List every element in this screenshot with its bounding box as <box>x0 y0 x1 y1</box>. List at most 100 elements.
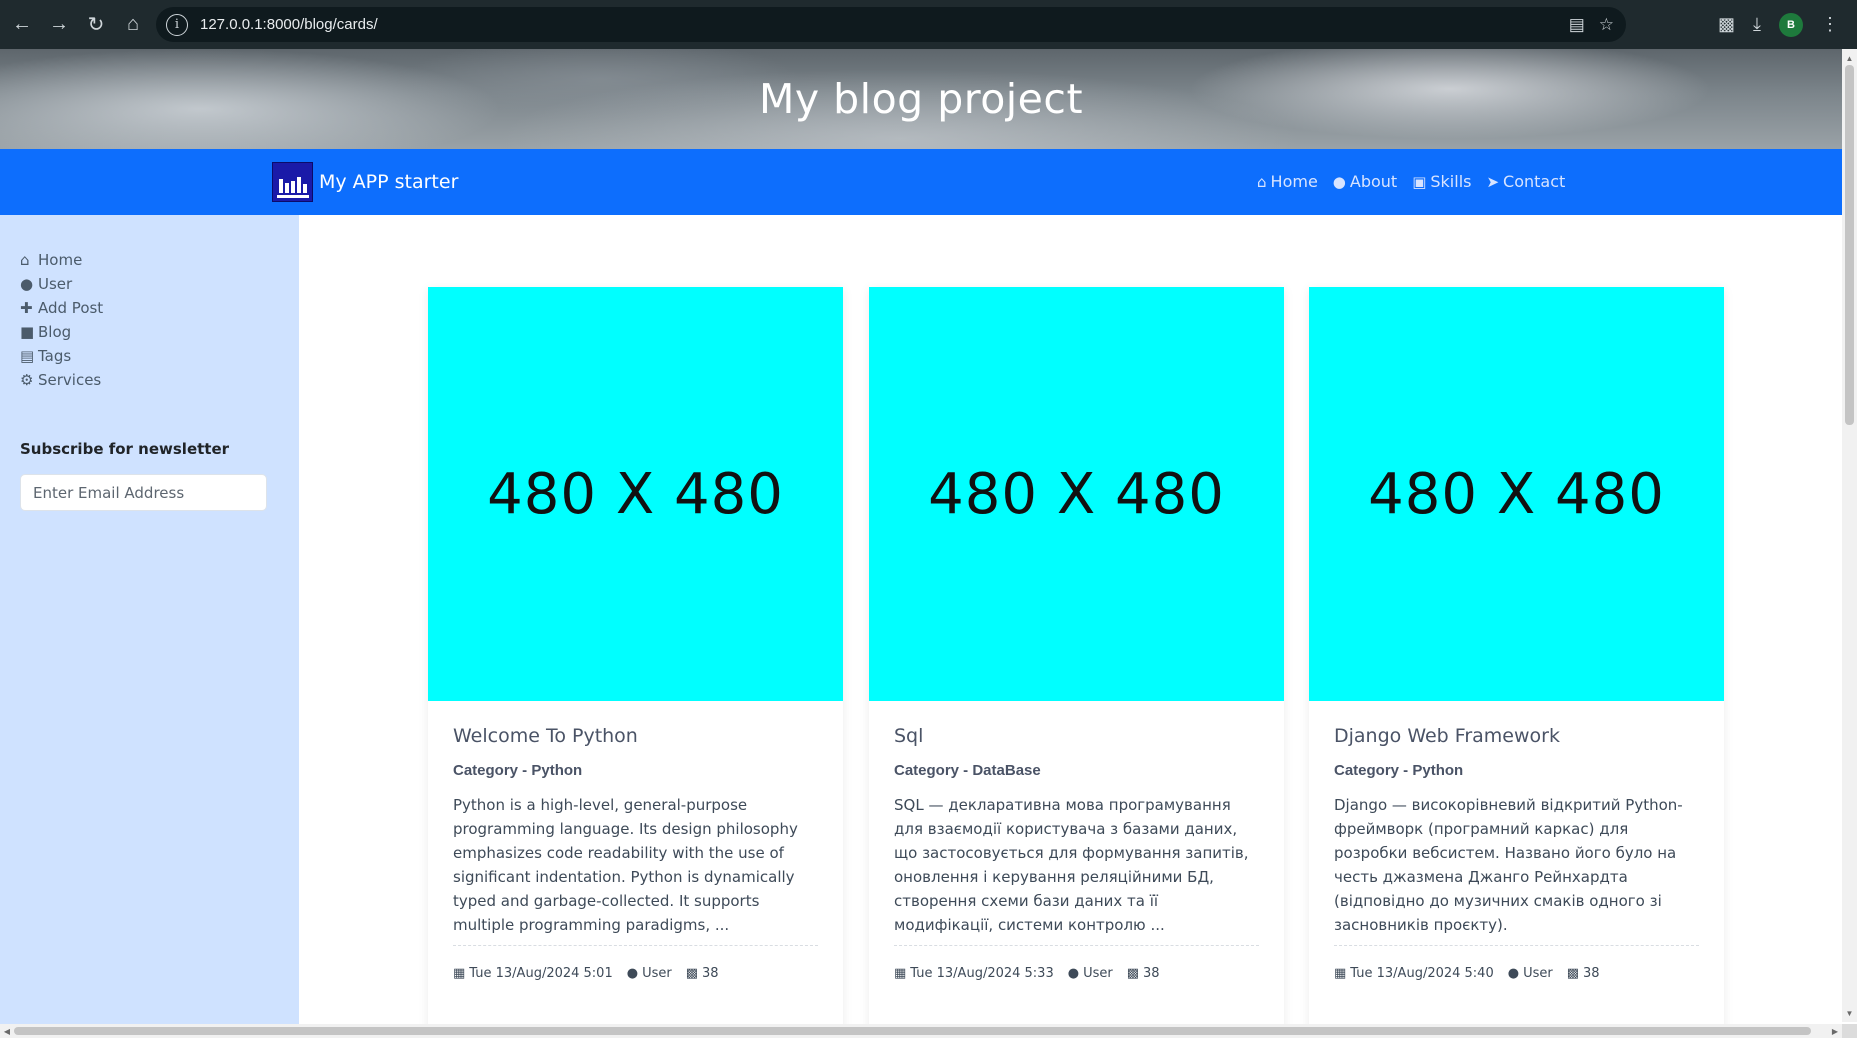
sidebar-item-services[interactable]: ⚙ Services <box>20 368 103 392</box>
card-comment-count: 38 <box>1143 966 1160 981</box>
user-icon: ● <box>1067 966 1080 981</box>
menu-kebab-icon[interactable]: ⋮ <box>1821 14 1839 35</box>
calendar-icon: ▦ <box>894 966 907 981</box>
nav-link-contact[interactable]: ➤ Contact <box>1486 172 1565 191</box>
sidebar-item-home[interactable]: ⌂ Home <box>20 248 103 272</box>
sidebar-item-label: Services <box>38 371 102 389</box>
hero-banner: My blog project <box>0 49 1842 149</box>
nav-link-label: Contact <box>1503 172 1566 191</box>
plus-icon: ✚ <box>20 299 33 317</box>
user-icon: ● <box>1507 966 1520 981</box>
site-info-icon[interactable]: i <box>166 13 188 36</box>
vertical-scroll-thumb[interactable] <box>1845 65 1854 425</box>
horizontal-scrollbar[interactable]: ◀ ▶ <box>0 1024 1842 1038</box>
hero-title: My blog project <box>758 75 1084 123</box>
card-image-placeholder[interactable]: 480 X 480 <box>869 287 1284 701</box>
translate-icon[interactable]: ▤ <box>1569 15 1585 35</box>
sidebar-item-label: Home <box>38 251 83 269</box>
home-icon: ⌂ <box>20 251 30 269</box>
card-category[interactable]: Category - DataBase <box>894 762 1259 779</box>
back-icon[interactable]: ← <box>4 7 40 43</box>
scroll-right-icon[interactable]: ▶ <box>1828 1024 1842 1038</box>
paper-plane-icon: ➤ <box>1486 172 1500 191</box>
card-image-placeholder[interactable]: 480 X 480 <box>428 287 843 701</box>
card-title[interactable]: Sql <box>894 725 1259 747</box>
brand-name: My APP starter <box>319 171 459 193</box>
newsletter-title: Subscribe for newsletter <box>20 440 230 458</box>
address-url[interactable]: 127.0.0.1:8000/blog/cards/ <box>200 16 378 33</box>
horizontal-scroll-thumb[interactable] <box>14 1027 1811 1035</box>
user-icon: ● <box>1332 172 1346 191</box>
download-icon[interactable]: ⤓ <box>1753 14 1761 35</box>
sidebar-item-label: User <box>38 275 73 293</box>
sidebar-item-blog[interactable]: ■ Blog <box>20 320 103 344</box>
sidebar-item-user[interactable]: ● User <box>20 272 103 296</box>
browser-toolbar: ← → ↻ ⌂ i 127.0.0.1:8000/blog/cards/ ▤ ☆… <box>0 0 1857 49</box>
card-excerpt: SQL — декларативна мова програмування дл… <box>894 796 1249 934</box>
sidebar: ⌂ Home ● User ✚ Add Post ■ Blog ▤ Tags ⚙… <box>0 215 299 1038</box>
sidebar-item-label: Add Post <box>38 299 104 317</box>
scroll-down-icon[interactable]: ▼ <box>1842 1006 1857 1020</box>
card-date: Tue 13/Aug/2024 5:01 <box>469 966 613 981</box>
navbar: My APP starter ⌂ Home ● About ▣ Skills ➤… <box>0 149 1842 215</box>
note-icon: ■ <box>20 323 35 341</box>
vertical-scrollbar[interactable]: ▲ ▼ <box>1842 49 1857 1022</box>
user-icon: ● <box>20 275 34 293</box>
card-category[interactable]: Category - Python <box>453 762 818 779</box>
card-date: Tue 13/Aug/2024 5:40 <box>1350 966 1494 981</box>
sidebar-item-label: Blog <box>38 323 72 341</box>
card-author[interactable]: User <box>1083 966 1113 981</box>
card-date: Tue 13/Aug/2024 5:33 <box>910 966 1054 981</box>
card-comment-count: 38 <box>702 966 719 981</box>
newsletter-email-input[interactable] <box>20 474 267 511</box>
comments-icon: ▩ <box>1126 966 1140 981</box>
scroll-left-icon[interactable]: ◀ <box>0 1024 14 1038</box>
post-card[interactable]: 480 X 480 Django Web Framework Category … <box>1309 287 1724 1038</box>
book-icon: ▣ <box>1412 172 1427 191</box>
sidebar-item-add-post[interactable]: ✚ Add Post <box>20 296 103 320</box>
card-comment-count: 38 <box>1583 966 1600 981</box>
scroll-up-icon[interactable]: ▲ <box>1842 51 1857 65</box>
tags-icon: ▤ <box>20 347 35 365</box>
card-author[interactable]: User <box>1523 966 1553 981</box>
post-card[interactable]: 480 X 480 Welcome To Python Category - P… <box>428 287 843 1038</box>
address-bar[interactable]: i 127.0.0.1:8000/blog/cards/ ▤ ☆ <box>156 7 1626 42</box>
card-category[interactable]: Category - Python <box>1334 762 1699 779</box>
nav-link-label: Home <box>1270 172 1318 191</box>
sidebar-item-label: Tags <box>38 347 72 365</box>
user-icon: ● <box>626 966 639 981</box>
card-divider <box>453 945 818 946</box>
gears-icon: ⚙ <box>20 371 34 389</box>
comments-icon: ▩ <box>1566 966 1580 981</box>
scrollbar-corner <box>1842 1024 1857 1038</box>
card-excerpt: Django — високорівневий відкритий Python… <box>1334 796 1683 934</box>
extensions-icon[interactable]: ▩ <box>1718 14 1735 35</box>
card-title[interactable]: Welcome To Python <box>453 725 818 747</box>
nav-link-home[interactable]: ⌂ Home <box>1257 172 1318 191</box>
home-icon[interactable]: ⌂ <box>115 7 151 43</box>
comments-icon: ▩ <box>685 966 699 981</box>
brand-logo <box>272 162 313 202</box>
reload-icon[interactable]: ↻ <box>78 7 114 43</box>
profile-avatar[interactable]: B <box>1779 12 1803 37</box>
nav-links: ⌂ Home ● About ▣ Skills ➤ Contact <box>1257 172 1565 191</box>
forward-icon[interactable]: → <box>41 7 77 43</box>
bookmark-star-icon[interactable]: ☆ <box>1599 15 1614 35</box>
brand[interactable]: My APP starter <box>272 162 458 202</box>
nav-link-label: Skills <box>1430 172 1472 191</box>
card-title[interactable]: Django Web Framework <box>1334 725 1699 747</box>
nav-link-skills[interactable]: ▣ Skills <box>1412 172 1471 191</box>
card-author[interactable]: User <box>642 966 672 981</box>
card-divider <box>894 945 1259 946</box>
cards-grid: 480 X 480 Welcome To Python Category - P… <box>428 287 1724 1038</box>
nav-link-about[interactable]: ● About <box>1333 172 1397 191</box>
post-card[interactable]: 480 X 480 Sql Category - DataBase SQL — … <box>869 287 1284 1038</box>
calendar-icon: ▦ <box>453 966 466 981</box>
sidebar-menu: ⌂ Home ● User ✚ Add Post ■ Blog ▤ Tags ⚙… <box>20 248 103 392</box>
nav-link-label: About <box>1349 172 1398 191</box>
card-meta: ▦ Tue 13/Aug/2024 5:40 ● User ▩ 38 <box>1334 966 1699 981</box>
card-image-placeholder[interactable]: 480 X 480 <box>1309 287 1724 701</box>
home-icon: ⌂ <box>1257 172 1267 191</box>
card-excerpt: Python is a high-level, general-purpose … <box>453 796 798 934</box>
sidebar-item-tags[interactable]: ▤ Tags <box>20 344 103 368</box>
